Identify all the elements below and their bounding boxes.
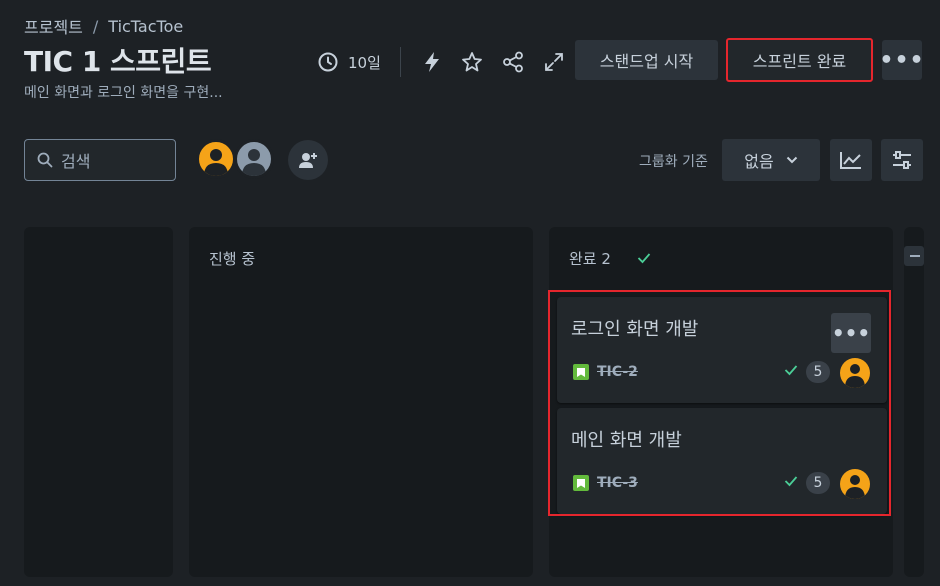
more-icon: •••	[879, 47, 925, 73]
view-settings-button[interactable]	[881, 139, 923, 181]
add-user-icon	[299, 153, 317, 168]
sprint-goal: 메인 화면과 로그인 화면을 구현...	[24, 85, 223, 101]
insights-button[interactable]	[830, 139, 872, 181]
expand-icon[interactable]	[538, 46, 570, 78]
highlight-box	[548, 290, 891, 516]
search-placeholder: 검색	[61, 152, 91, 171]
done-check-icon	[637, 253, 651, 264]
breadcrumb-board[interactable]: TicTacToe	[108, 17, 183, 36]
avatar-user-2[interactable]	[234, 139, 274, 179]
group-by-label: 그룹화 기준	[639, 154, 708, 170]
complete-sprint-button[interactable]: 스프린트 완료	[726, 38, 873, 82]
header-divider	[400, 47, 401, 77]
clock-icon	[312, 46, 344, 78]
chevron-down-icon	[786, 156, 797, 164]
start-standup-button[interactable]: 스탠드업 시작	[575, 40, 718, 80]
share-icon[interactable]	[497, 46, 529, 78]
group-by-dropdown[interactable]: 없음	[722, 139, 820, 181]
board-column-in-progress: 진행 중	[189, 227, 533, 577]
board-column-todo	[24, 227, 173, 577]
sliders-icon	[893, 151, 911, 169]
breadcrumb-project[interactable]: 프로젝트	[24, 14, 83, 38]
board-column-partial	[904, 227, 924, 577]
add-people-button[interactable]	[288, 140, 328, 180]
days-remaining-label: 10일	[348, 53, 381, 72]
search-icon	[37, 152, 53, 168]
column-title: 완료 2	[569, 250, 611, 268]
breadcrumb-separator: /	[92, 16, 99, 36]
star-icon[interactable]	[456, 46, 488, 78]
search-input[interactable]: 검색	[24, 139, 176, 181]
more-actions-button[interactable]: •••	[879, 40, 925, 80]
breadcrumb: 프로젝트 / TicTacToe	[24, 14, 183, 38]
collapse-column-button[interactable]	[904, 246, 924, 266]
minus-icon	[910, 255, 920, 257]
lightning-icon[interactable]	[416, 46, 448, 78]
page-title: TIC 1 스프린트	[24, 45, 212, 78]
avatar-user-1[interactable]	[196, 139, 236, 179]
column-title: 진행 중	[209, 250, 256, 268]
days-remaining[interactable]: 10일	[312, 42, 381, 82]
group-by-value: 없음	[744, 152, 774, 171]
chart-trend-icon	[840, 152, 861, 169]
